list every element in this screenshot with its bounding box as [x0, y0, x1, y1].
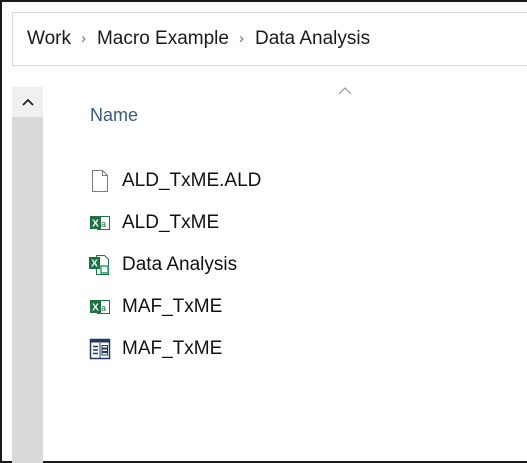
breadcrumb-separator: › — [238, 29, 244, 47]
file-name: MAF_TxME — [122, 338, 223, 359]
generic-file-icon — [88, 169, 112, 193]
list-item[interactable]: MAF_TxME — [88, 328, 261, 370]
list-item[interactable]: ALD_TxME.ALD — [88, 160, 261, 202]
svg-text:a: a — [101, 219, 106, 229]
list-item[interactable]: a X ALD_TxME — [88, 202, 261, 244]
excel-macro-file-icon: X — [88, 253, 112, 277]
scroll-up-button[interactable] — [12, 87, 43, 117]
excel-file-icon: a X — [88, 211, 112, 235]
svg-text:X: X — [91, 259, 98, 270]
file-name: ALD_TxME.ALD — [122, 170, 262, 191]
list-item[interactable]: X Data Analysis — [88, 244, 261, 286]
file-name: MAF_TxME — [122, 296, 223, 317]
svg-text:X: X — [92, 219, 99, 230]
svg-text:X: X — [92, 303, 99, 314]
vertical-scrollbar[interactable] — [12, 87, 43, 463]
sort-ascending-icon — [338, 87, 352, 95]
column-header-name[interactable]: Name — [90, 105, 138, 126]
file-list: ALD_TxME.ALD a X ALD_TxME X Data Analysi… — [88, 160, 261, 370]
list-item[interactable]: a X MAF_TxME — [88, 286, 261, 328]
svg-text:a: a — [101, 303, 106, 313]
chevron-up-icon — [21, 98, 34, 106]
breadcrumb-item-macro-example[interactable]: Macro Example — [97, 28, 229, 50]
file-name: ALD_TxME — [122, 212, 220, 233]
breadcrumb[interactable]: Work › Macro Example › Data Analysis — [12, 12, 527, 66]
breadcrumb-separator: › — [80, 29, 86, 47]
breadcrumb-item-data-analysis[interactable]: Data Analysis — [255, 28, 370, 50]
explorer-window: Work › Macro Example › Data Analysis Nam… — [0, 0, 527, 463]
file-name: Data Analysis — [122, 254, 238, 275]
excel-file-icon: a X — [88, 295, 112, 319]
breadcrumb-item-work[interactable]: Work — [27, 28, 71, 50]
data-form-file-icon — [88, 337, 112, 361]
